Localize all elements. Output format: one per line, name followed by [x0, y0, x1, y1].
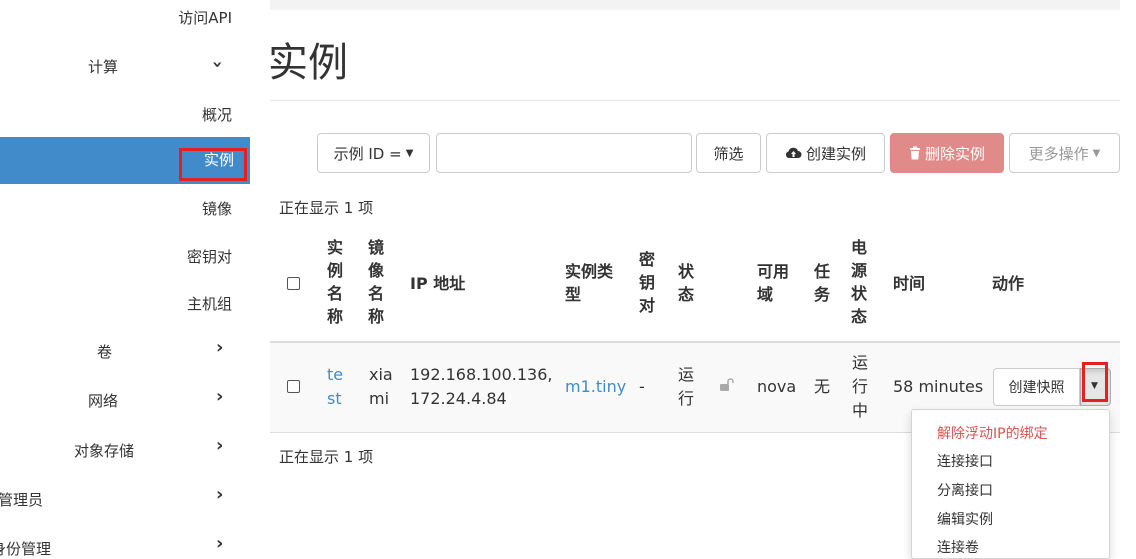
sidebar: 访问API 计算 › 概况 实例 镜像 密钥对 主机组 卷 › 网络 › 对象存…: [0, 0, 250, 558]
search-input[interactable]: [436, 133, 692, 173]
header-flavor[interactable]: 实例类型: [565, 260, 613, 306]
chevron-right-icon: ›: [216, 337, 224, 358]
power-state-value: 运行中: [852, 353, 869, 420]
trash-icon: [909, 146, 920, 160]
sidebar-item-compute[interactable]: 计算: [88, 56, 118, 77]
page-title: 实例: [268, 40, 348, 86]
highlight-box: [1082, 362, 1108, 402]
top-bar: [270, 0, 1120, 10]
more-actions-button[interactable]: 更多操作 ▼: [1009, 133, 1120, 173]
attach-volume-item[interactable]: 连接卷: [937, 537, 979, 557]
sidebar-item-object-store[interactable]: 对象存储: [74, 440, 134, 461]
filter-field-select[interactable]: 示例 ID = ▼: [317, 133, 430, 173]
sidebar-item-api-access[interactable]: 访问API: [178, 7, 232, 28]
chevron-down-icon: ›: [207, 60, 229, 69]
sidebar-item-admin[interactable]: 管理员: [0, 489, 43, 510]
task-value: 无: [814, 377, 831, 396]
edit-instance-item[interactable]: 编辑实例: [937, 509, 993, 529]
delete-instance-button[interactable]: 删除实例: [890, 133, 1004, 173]
header-status[interactable]: 状态: [678, 260, 694, 306]
sidebar-item-server-groups[interactable]: 主机组: [187, 293, 232, 314]
header-instance-name[interactable]: 实例名称: [327, 236, 343, 328]
header-availability-zone[interactable]: 可用域: [757, 260, 789, 306]
create-instance-button[interactable]: 创建实例: [766, 133, 885, 173]
divider: [270, 100, 1120, 101]
header-image-name[interactable]: 镜像名称: [368, 236, 384, 328]
header-time[interactable]: 时间: [893, 272, 925, 295]
detach-interface-item[interactable]: 分离接口: [937, 480, 993, 500]
ip-addresses: 192.168.100.136, 172.24.4.84: [410, 365, 553, 408]
chevron-right-icon: ›: [216, 533, 224, 554]
instance-name-link[interactable]: te st: [327, 363, 343, 411]
chevron-right-icon: ›: [216, 484, 224, 505]
sidebar-item-volumes[interactable]: 卷: [97, 341, 112, 362]
item-count-top: 正在显示 1 项: [279, 199, 374, 217]
chevron-right-icon: ›: [216, 435, 224, 456]
cloud-upload-icon: [785, 147, 802, 158]
sidebar-item-network[interactable]: 网络: [88, 390, 118, 411]
header-ip-address[interactable]: IP 地址: [410, 272, 465, 295]
flavor-link[interactable]: m1.tiny: [565, 375, 626, 399]
disassociate-floating-ip-item[interactable]: 解除浮动IP的绑定: [937, 423, 1048, 443]
sidebar-item-images[interactable]: 镜像: [202, 198, 232, 219]
availability-zone-value: nova: [757, 377, 797, 396]
header-task[interactable]: 任务: [814, 260, 830, 306]
sidebar-item-identity[interactable]: 身份管理: [0, 538, 51, 559]
time-value: 58 minutes: [893, 377, 984, 396]
sidebar-item-overview[interactable]: 概况: [202, 104, 232, 125]
header-keypair[interactable]: 密钥对: [639, 248, 655, 317]
sidebar-item-keypairs[interactable]: 密钥对: [187, 246, 232, 267]
unlock-icon: [720, 378, 734, 391]
highlight-box: [179, 148, 247, 181]
actions-dropdown-menu: 解除浮动IP的绑定 连接接口 分离接口 编辑实例 连接卷: [911, 409, 1110, 559]
keypair-value: -: [639, 377, 645, 396]
caret-down-icon: ▼: [405, 147, 414, 159]
image-name: xia mi: [369, 365, 393, 408]
header-power-state[interactable]: 电源状态: [851, 236, 867, 328]
status-value: 运行: [678, 365, 695, 408]
select-all-checkbox[interactable]: [287, 277, 300, 290]
caret-down-icon: ▼: [1092, 147, 1101, 159]
create-snapshot-button[interactable]: 创建快照: [993, 368, 1080, 406]
item-count-bottom: 正在显示 1 项: [279, 448, 374, 466]
header-actions: 动作: [992, 274, 1025, 293]
row-checkbox[interactable]: [287, 380, 300, 393]
attach-interface-item[interactable]: 连接接口: [937, 451, 993, 471]
filter-button[interactable]: 筛选: [696, 133, 761, 173]
chevron-right-icon: ›: [216, 386, 224, 407]
filter-field-label: 示例 ID =: [333, 144, 402, 163]
